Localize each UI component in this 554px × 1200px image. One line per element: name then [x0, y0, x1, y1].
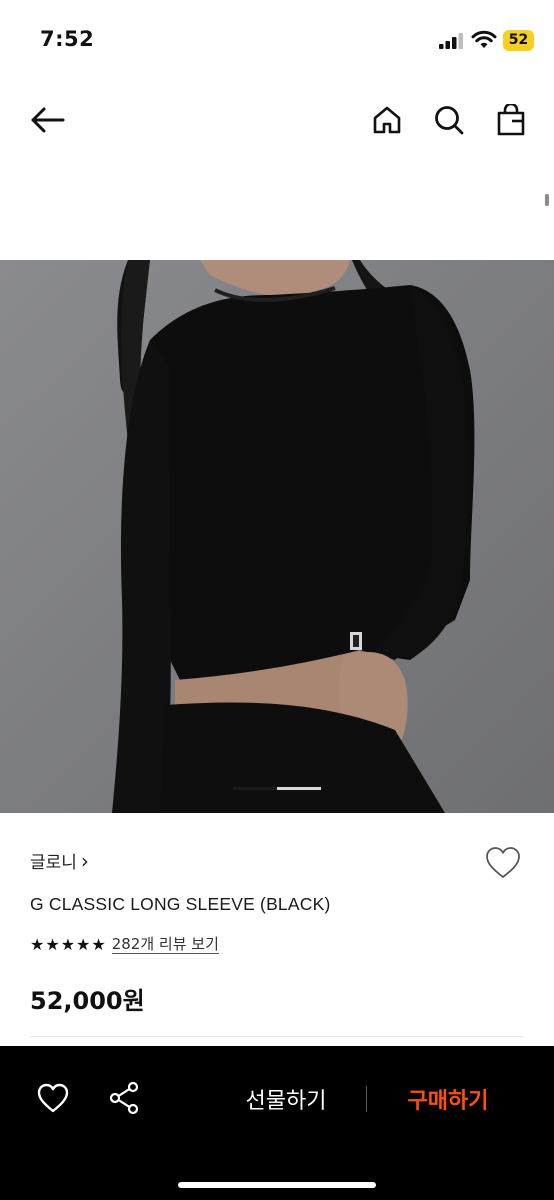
brand-name: 글로니	[30, 853, 77, 873]
star-icon: ★	[60, 934, 76, 954]
scroll-indicator[interactable]	[545, 194, 549, 206]
image-carousel-indicator	[233, 787, 321, 790]
product-price: 52,000원	[30, 987, 145, 1015]
rating-row: ★ ★ ★ ★ ★ 282개 리뷰 보기	[30, 935, 219, 954]
star-icon: ★	[45, 934, 60, 954]
buy-button[interactable]: 구매하기	[392, 1080, 504, 1118]
product-image[interactable]	[0, 260, 554, 813]
status-bar: 7:52 52	[0, 0, 554, 80]
status-time: 7:52	[40, 27, 95, 51]
gift-button[interactable]: 선물하기	[230, 1080, 342, 1118]
share-icon[interactable]	[104, 1078, 144, 1118]
shopping-bag-icon[interactable]	[491, 100, 531, 140]
search-icon[interactable]	[429, 100, 469, 140]
back-arrow-icon[interactable]	[27, 100, 67, 140]
battery-indicator: 52	[503, 30, 534, 51]
star-icon: ★	[91, 934, 106, 954]
star-rating: ★ ★ ★ ★ ★	[30, 934, 106, 954]
wifi-icon	[471, 30, 497, 48]
wishlist-heart-icon[interactable]	[484, 845, 522, 881]
carousel-dot-active	[233, 787, 277, 790]
brand-link[interactable]: 글로니 ›	[30, 848, 89, 874]
bottom-action-bar: 선물하기 구매하기	[0, 1046, 554, 1200]
chevron-right-icon: ›	[80, 848, 89, 873]
home-icon[interactable]	[367, 100, 407, 140]
nav-bar	[0, 90, 554, 150]
home-indicator[interactable]	[178, 1182, 376, 1188]
cellular-signal-icon	[439, 33, 463, 49]
product-name: G CLASSIC LONG SLEEVE (BLACK)	[30, 894, 331, 914]
divider	[30, 1036, 524, 1037]
star-icon: ★	[30, 934, 45, 954]
carousel-dot	[277, 787, 321, 790]
review-link[interactable]: 282개 리뷰 보기	[111, 935, 219, 954]
divider	[366, 1086, 367, 1112]
star-icon: ★	[76, 934, 91, 954]
wishlist-heart-icon[interactable]	[33, 1078, 73, 1118]
